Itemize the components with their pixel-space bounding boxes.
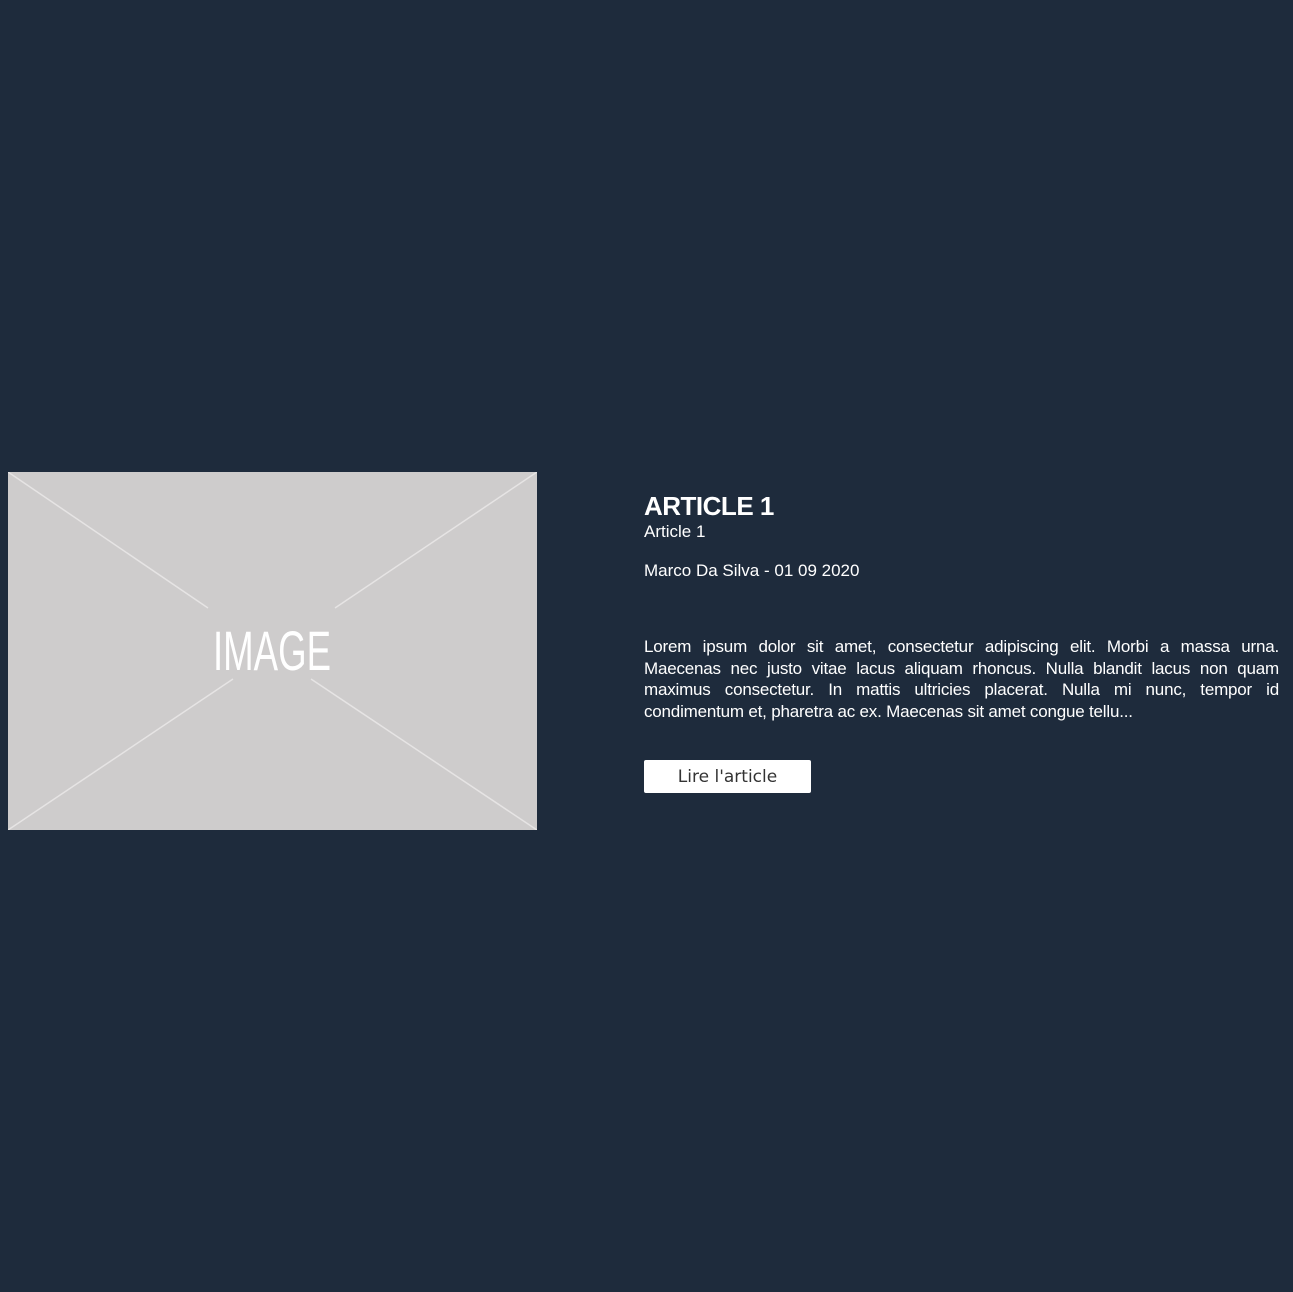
placeholder-cross-icon: IMAGE — [8, 472, 537, 830]
read-article-button[interactable]: Lire l'article — [644, 760, 811, 793]
article-image-placeholder: IMAGE — [8, 472, 537, 830]
placeholder-label: IMAGE — [213, 619, 331, 682]
article-content: ARTICLE 1 Article 1 Marco Da Silva - 01 … — [644, 490, 1279, 793]
article-title: ARTICLE 1 — [644, 491, 774, 521]
article-excerpt: Lorem ipsum dolor sit amet, consectetur … — [644, 637, 1279, 722]
article-subtitle: Article 1 — [644, 522, 706, 541]
article-author-date: Marco Da Silva - 01 09 2020 — [644, 561, 860, 580]
